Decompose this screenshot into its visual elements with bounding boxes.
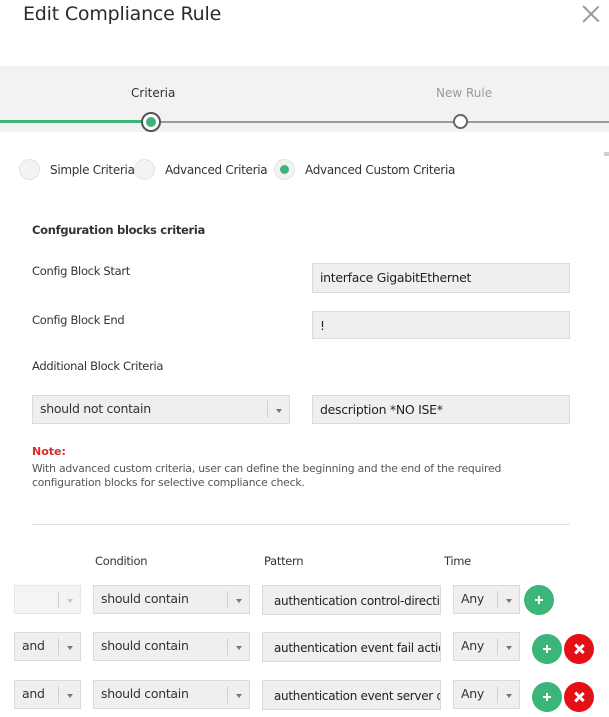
- add-row-button[interactable]: [532, 682, 562, 712]
- close-icon[interactable]: [580, 3, 602, 25]
- chevron-down-icon: [58, 638, 80, 655]
- time-select[interactable]: Any: [453, 680, 520, 709]
- time-column-header: Time: [444, 554, 471, 568]
- chevron-down-icon: [58, 686, 80, 703]
- additional-condition-value: should not contain: [40, 401, 151, 416]
- add-row-button[interactable]: [532, 634, 562, 664]
- operator-value: and: [22, 686, 45, 701]
- time-select[interactable]: Any: [453, 632, 520, 661]
- block-criteria-heading: Confguration blocks criteria: [32, 223, 206, 237]
- scrollbar-thumb[interactable]: [604, 152, 609, 156]
- operator-value: and: [22, 638, 45, 653]
- additional-block-criteria-label: Additional Block Criteria: [32, 359, 164, 373]
- progress-track-remaining: [151, 121, 609, 123]
- chevron-down-icon: [267, 401, 289, 418]
- condition-select[interactable]: should contain: [93, 585, 250, 614]
- edit-compliance-rule-dialog: Edit Compliance Rule Criteria New Rule S…: [0, 0, 609, 717]
- additional-condition-select[interactable]: should not contain: [32, 395, 290, 424]
- step-criteria-node[interactable]: [141, 112, 161, 132]
- advanced-criteria-radio[interactable]: [134, 159, 155, 180]
- chevron-down-icon: [227, 686, 249, 703]
- note-title: Note:: [32, 445, 66, 458]
- step-new-rule-node[interactable]: [453, 114, 468, 129]
- advanced-custom-criteria-label[interactable]: Advanced Custom Criteria: [305, 163, 455, 177]
- condition-select[interactable]: should contain: [93, 680, 250, 709]
- simple-criteria-label[interactable]: Simple Criteria: [50, 163, 135, 177]
- additional-block-value-input[interactable]: description *NO ISE*: [312, 395, 570, 424]
- chevron-down-icon: [497, 686, 519, 703]
- condition-value: should contain: [101, 591, 189, 606]
- operator-select: [14, 585, 81, 614]
- pattern-input[interactable]: authentication control-direction: [262, 585, 441, 615]
- condition-column-header: Condition: [95, 554, 148, 568]
- chevron-down-icon: [227, 591, 249, 608]
- step-new-rule-label[interactable]: New Rule: [436, 86, 492, 100]
- delete-row-button[interactable]: [564, 682, 594, 712]
- config-block-start-label: Config Block Start: [32, 264, 131, 278]
- condition-value: should contain: [101, 638, 189, 653]
- time-value: Any: [461, 686, 484, 701]
- config-block-end-input[interactable]: !: [312, 311, 570, 339]
- config-block-start-input[interactable]: interface GigabitEthernet: [312, 263, 570, 293]
- pattern-input[interactable]: authentication event server de: [262, 680, 441, 710]
- dialog-title: Edit Compliance Rule: [23, 3, 222, 25]
- progress-track-complete: [0, 120, 151, 123]
- chevron-down-icon: [497, 591, 519, 608]
- condition-select[interactable]: should contain: [93, 632, 250, 661]
- advanced-custom-criteria-radio[interactable]: [274, 159, 295, 180]
- section-divider: [32, 524, 570, 525]
- pattern-input[interactable]: authentication event fail action: [262, 632, 441, 662]
- advanced-criteria-label[interactable]: Advanced Criteria: [165, 163, 268, 177]
- wizard-steps: Criteria New Rule: [0, 66, 609, 132]
- delete-row-button[interactable]: [564, 634, 594, 664]
- add-row-button[interactable]: [524, 585, 554, 615]
- pattern-column-header: Pattern: [264, 554, 304, 568]
- operator-select[interactable]: and: [14, 680, 81, 709]
- step-criteria-label[interactable]: Criteria: [131, 86, 175, 100]
- time-select[interactable]: Any: [453, 585, 520, 614]
- chevron-down-icon: [58, 591, 80, 608]
- config-block-end-label: Config Block End: [32, 313, 125, 327]
- simple-criteria-radio[interactable]: [19, 159, 40, 180]
- operator-select[interactable]: and: [14, 632, 81, 661]
- condition-value: should contain: [101, 686, 189, 701]
- time-value: Any: [461, 638, 484, 653]
- chevron-down-icon: [497, 638, 519, 655]
- time-value: Any: [461, 591, 484, 606]
- chevron-down-icon: [227, 638, 249, 655]
- note-text: With advanced custom criteria, user can …: [32, 462, 502, 489]
